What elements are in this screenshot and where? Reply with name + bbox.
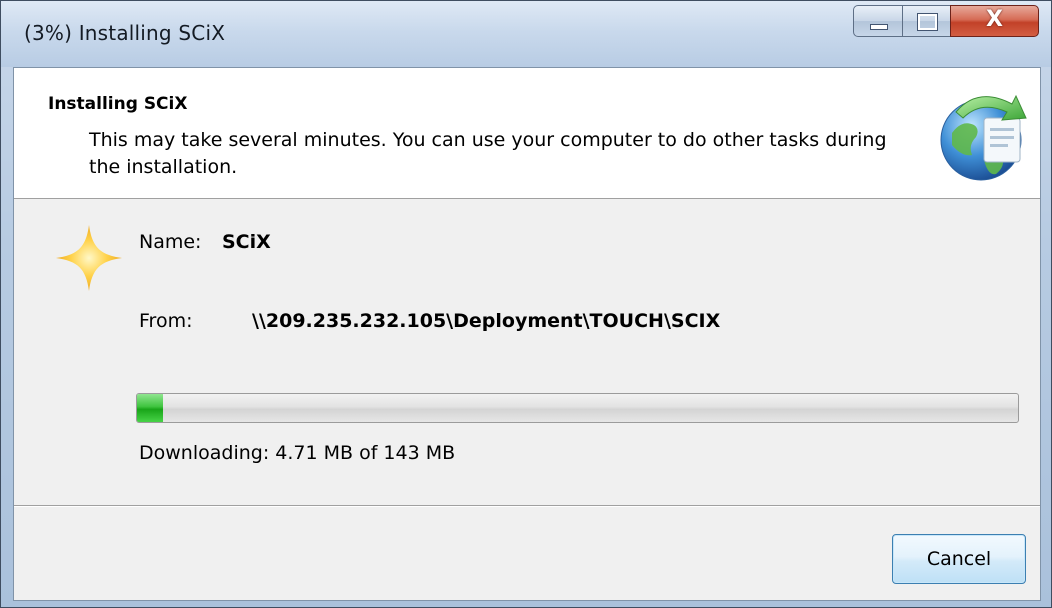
maximize-icon — [917, 13, 938, 31]
name-label: Name: — [139, 231, 202, 253]
dialog-header: Installing SCiX This may take several mi… — [14, 68, 1040, 199]
maximize-button[interactable] — [902, 5, 951, 37]
from-label: From: — [139, 310, 193, 332]
close-button[interactable]: X — [950, 5, 1039, 37]
from-value: \\209.235.232.105\Deployment\TOUCH\SCIX — [252, 310, 721, 332]
minimize-button[interactable] — [853, 5, 903, 37]
download-status: Downloading: 4.71 MB of 143 MB — [139, 442, 456, 464]
window-title: (3%) Installing SCiX — [24, 21, 226, 45]
progress-fill — [137, 394, 164, 422]
title-bar[interactable]: (3%) Installing SCiX X — [1, 1, 1051, 67]
globe-install-icon — [940, 94, 1027, 181]
cancel-button[interactable]: Cancel — [892, 534, 1026, 584]
close-icon: X — [986, 7, 1003, 32]
name-value: SCiX — [222, 231, 271, 253]
dialog-body: Installing SCiX This may take several mi… — [13, 67, 1041, 601]
header-title: Installing SCiX — [48, 94, 188, 114]
header-description: This may take several minutes. You can u… — [89, 129, 887, 178]
footer-divider — [14, 505, 1040, 507]
sparkle-star-icon — [56, 225, 122, 291]
installer-window: (3%) Installing SCiX X Installing SCiX T… — [0, 0, 1052, 608]
minimize-icon — [870, 24, 888, 30]
download-progress-bar — [136, 393, 1019, 423]
